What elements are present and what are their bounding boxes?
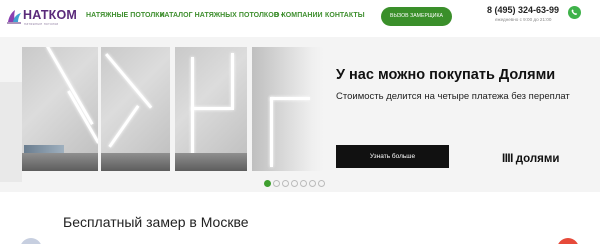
ceiling-photo-2 (101, 47, 170, 171)
nav-item-catalog-label: Каталог натяжных потолков (160, 12, 279, 19)
nav-item-catalog[interactable]: Каталог натяжных потолков ▾ (160, 12, 284, 19)
slider-dot[interactable] (309, 180, 316, 187)
scroll-helper-left[interactable] (20, 238, 42, 244)
logo-subtitle: натяжные потолки (24, 22, 59, 26)
hero-subtitle: Стоимость делится на четыре платежа без … (336, 91, 570, 102)
ceiling-photo-4 (252, 47, 324, 171)
nav-item-contacts[interactable]: Контакты (325, 12, 365, 19)
slider-dot[interactable] (318, 180, 325, 187)
floor-image (101, 153, 170, 171)
site-header: НАТКОМ натяжные потолки Натяжные потолки… (0, 0, 600, 37)
logo-mark-icon (7, 10, 21, 24)
ceiling-photo-1 (22, 47, 98, 171)
working-hours: ежедневно с 9:00 до 21:00 (495, 17, 552, 22)
learn-more-button[interactable]: Узнать больше (336, 145, 449, 168)
slider-dot[interactable] (300, 180, 307, 187)
floor-image (22, 153, 98, 171)
dolyami-text: долями (515, 153, 560, 165)
whatsapp-icon[interactable] (568, 6, 581, 19)
logo-text: НАТКОМ (23, 8, 78, 22)
slider-dot[interactable] (273, 180, 280, 187)
hero-title: У нас можно покупать Долями (336, 67, 556, 83)
logo[interactable]: НАТКОМ натяжные потолки (6, 6, 78, 28)
slider-prev-area[interactable] (0, 82, 22, 182)
hero-slider: У нас можно покупать Долями Стоимость де… (0, 37, 600, 192)
whatsapp-glyph-icon (571, 9, 578, 15)
floor-image (175, 153, 247, 171)
nav-item-about[interactable]: О компании (274, 12, 323, 19)
phone-number[interactable]: 8 (495) 324-63-99 (487, 5, 559, 15)
slider-dot[interactable] (282, 180, 289, 187)
dolyami-bars-icon: IIII (502, 153, 513, 165)
ceiling-photo-3 (175, 47, 247, 171)
slider-dot[interactable] (264, 180, 271, 187)
call-measurer-button[interactable]: Вызов замерщика (381, 7, 452, 26)
nav-item-ceilings[interactable]: Натяжные потолки (86, 12, 165, 19)
dolyami-logo: IIII долями (502, 153, 559, 165)
slider-dot[interactable] (291, 180, 298, 187)
scroll-helper-right[interactable] (557, 238, 579, 244)
section-title: Бесплатный замер в Москве (63, 214, 249, 230)
